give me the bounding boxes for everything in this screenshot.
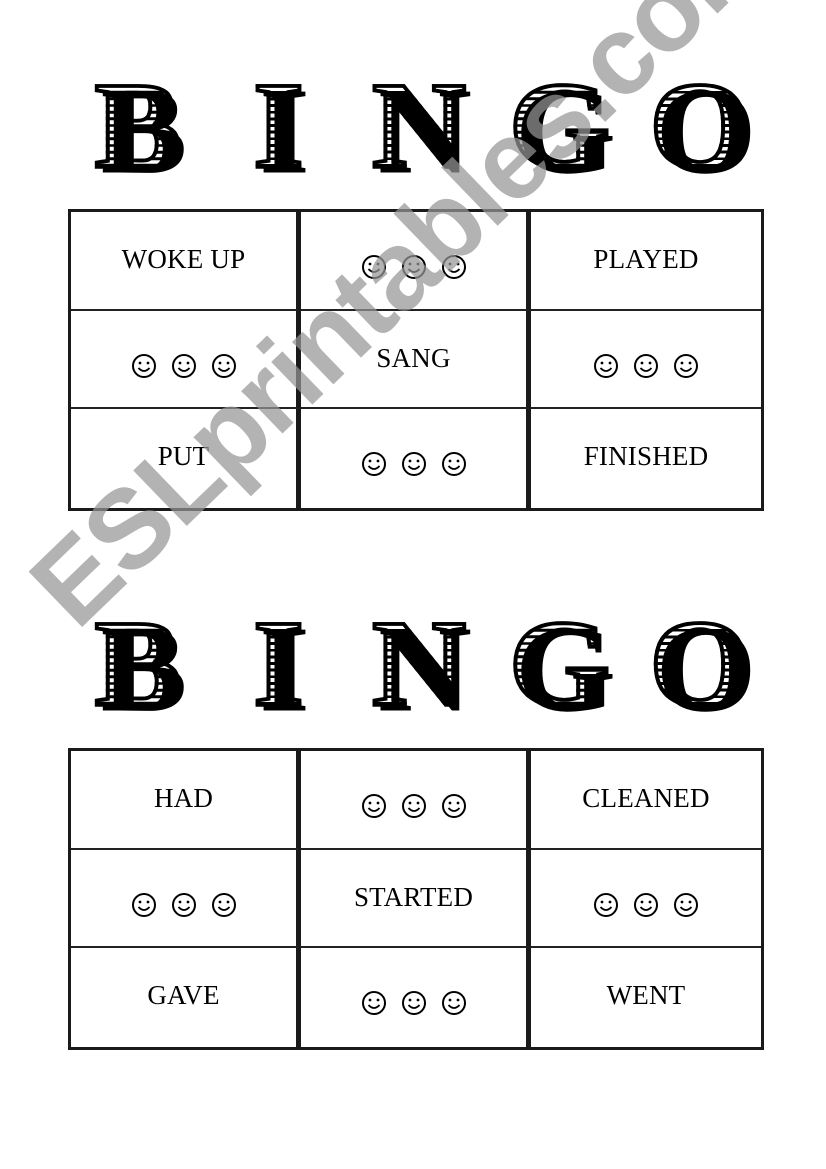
cell-word: WOKE UP bbox=[121, 244, 246, 274]
title-letter-glyph: I bbox=[251, 595, 306, 733]
smiley-face-icon bbox=[131, 353, 157, 379]
bingo-cell: PUT bbox=[71, 409, 301, 508]
bingo-cell bbox=[301, 948, 531, 1047]
smiley-face-icon bbox=[211, 353, 237, 379]
smiley-group bbox=[593, 343, 699, 379]
title-letter: N bbox=[359, 595, 479, 733]
bingo-cell bbox=[71, 849, 301, 949]
title-letter: G bbox=[500, 595, 620, 733]
title-letter: I bbox=[219, 57, 339, 195]
smiley-face-icon bbox=[171, 353, 197, 379]
title-letter-glyph: N bbox=[370, 595, 468, 733]
smiley-face-icon bbox=[131, 892, 157, 918]
smiley-group bbox=[361, 244, 467, 280]
bingo-title-2: B I N G O bbox=[78, 595, 760, 733]
smiley-face-icon bbox=[633, 892, 659, 918]
bingo-grid-1: WOKE UP PLAYED SANG PUT FINISHED bbox=[68, 209, 764, 511]
smiley-face-icon bbox=[673, 892, 699, 918]
title-letter-glyph: G bbox=[507, 595, 612, 733]
smiley-face-icon bbox=[211, 892, 237, 918]
bingo-cell: WOKE UP bbox=[71, 212, 301, 311]
bingo-cell bbox=[531, 311, 761, 410]
smiley-face-icon bbox=[441, 254, 467, 280]
title-letter-glyph: O bbox=[647, 595, 752, 733]
cell-word: STARTED bbox=[353, 881, 474, 912]
bingo-cell bbox=[301, 751, 531, 850]
smiley-face-icon bbox=[171, 892, 197, 918]
smiley-face-icon bbox=[401, 451, 427, 477]
smiley-face-icon bbox=[361, 793, 387, 819]
smiley-group bbox=[361, 980, 467, 1016]
smiley-face-icon bbox=[441, 990, 467, 1016]
bingo-cell: PLAYED bbox=[531, 212, 761, 311]
bingo-cell bbox=[531, 850, 761, 949]
bingo-cell: HAD bbox=[71, 751, 301, 850]
title-letter: O bbox=[640, 57, 760, 195]
bingo-cell: CLEANED bbox=[531, 751, 761, 850]
smiley-face-icon bbox=[401, 254, 427, 280]
cell-word: SANG bbox=[376, 342, 451, 373]
smiley-group bbox=[593, 882, 699, 918]
bingo-grid-2: HAD CLEANED STARTED GAVE WENT bbox=[68, 748, 764, 1050]
bingo-cell bbox=[301, 409, 531, 508]
title-letter-glyph: N bbox=[370, 57, 468, 195]
bingo-cell bbox=[301, 212, 531, 311]
smiley-face-icon bbox=[593, 892, 619, 918]
smiley-face-icon bbox=[441, 793, 467, 819]
smiley-face-icon bbox=[593, 353, 619, 379]
bingo-cell: WENT bbox=[531, 948, 761, 1047]
title-letter-glyph: O bbox=[647, 57, 752, 195]
cell-word: PLAYED bbox=[593, 244, 699, 274]
bingo-cell: STARTED bbox=[301, 849, 531, 949]
smiley-group bbox=[361, 783, 467, 819]
title-letter: O bbox=[640, 595, 760, 733]
bingo-cell: GAVE bbox=[71, 948, 301, 1047]
bingo-cell: SANG bbox=[301, 310, 531, 410]
smiley-group bbox=[131, 343, 237, 379]
smiley-face-icon bbox=[361, 254, 387, 280]
title-letter-glyph: I bbox=[251, 57, 306, 195]
bingo-title-1: B I N G O bbox=[78, 57, 760, 195]
title-letter: B bbox=[78, 57, 198, 195]
smiley-group bbox=[131, 882, 237, 918]
title-letter: N bbox=[359, 57, 479, 195]
smiley-face-icon bbox=[401, 990, 427, 1016]
cell-word: WENT bbox=[606, 980, 686, 1011]
smiley-face-icon bbox=[401, 793, 427, 819]
bingo-cell: FINISHED bbox=[531, 409, 761, 508]
title-letter-glyph: G bbox=[507, 57, 612, 195]
smiley-face-icon bbox=[673, 353, 699, 379]
smiley-face-icon bbox=[633, 353, 659, 379]
cell-word: GAVE bbox=[147, 980, 220, 1011]
cell-word: FINISHED bbox=[583, 441, 709, 472]
title-letter-glyph: B bbox=[93, 595, 184, 733]
smiley-face-icon bbox=[361, 451, 387, 477]
title-letter: I bbox=[219, 595, 339, 733]
smiley-face-icon bbox=[361, 990, 387, 1016]
smiley-face-icon bbox=[441, 451, 467, 477]
cell-word: PUT bbox=[157, 441, 210, 472]
title-letter: G bbox=[500, 57, 620, 195]
cell-word: CLEANED bbox=[582, 783, 710, 813]
bingo-cell bbox=[71, 310, 301, 410]
title-letter-glyph: B bbox=[93, 57, 184, 195]
cell-word: HAD bbox=[153, 783, 214, 813]
smiley-group bbox=[361, 441, 467, 477]
title-letter: B bbox=[78, 595, 198, 733]
